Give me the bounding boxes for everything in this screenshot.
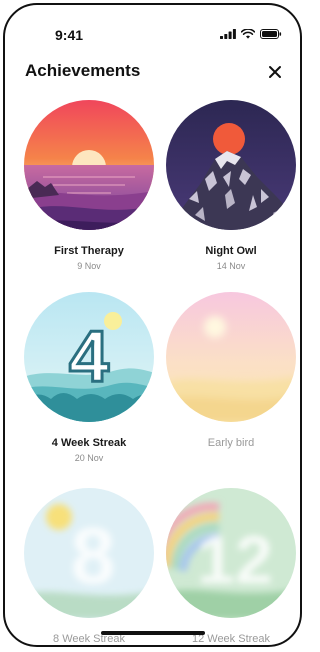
streak-8-badge-icon: 8 [24, 488, 154, 618]
achievement-date: 9 Nov [77, 261, 101, 271]
achievement-8-week-streak[interactable]: 8 8 Week Streak [23, 487, 155, 645]
badge-number: 4 [69, 317, 109, 397]
battery-icon [260, 29, 282, 39]
page-title: Achievements [25, 61, 141, 80]
achievement-date: 14 Nov [216, 261, 246, 271]
achievement-night-owl[interactable]: Night Owl 14 Nov [165, 99, 297, 271]
mountain-badge-icon [166, 100, 296, 230]
achievement-12-week-streak[interactable]: 12 12 Week Streak [165, 487, 297, 645]
achievement-early-bird[interactable]: Early bird [165, 291, 297, 449]
home-indicator[interactable] [100, 631, 205, 635]
sunset-badge-icon [24, 100, 154, 230]
achievement-date: 20 Nov [74, 453, 104, 463]
phone-frame: 9:41 Achievements First Therapy 9 Nov Ni… [3, 3, 302, 647]
streak-12-badge-icon: 12 [166, 488, 296, 618]
achievement-name: First Therapy [54, 245, 124, 257]
achievement-name: Early bird [207, 437, 255, 449]
close-button[interactable] [264, 61, 286, 83]
status-bar: 9:41 [5, 5, 300, 49]
achievement-name: Night Owl [205, 245, 257, 257]
badge-number: 12 [197, 522, 273, 598]
streak-4-badge-icon: 4 [24, 292, 154, 422]
early-bird-badge-icon [166, 292, 296, 422]
achievement-name: 4 Week Streak [51, 437, 127, 449]
signal-icon [220, 29, 236, 39]
badge-number: 8 [71, 511, 116, 600]
achievement-first-therapy[interactable]: First Therapy 9 Nov [23, 99, 155, 271]
wifi-icon [241, 29, 255, 39]
status-time: 9:41 [55, 27, 84, 43]
status-icons [220, 29, 282, 39]
close-icon [269, 66, 281, 78]
header: Achievements [5, 57, 300, 87]
achievement-4-week-streak[interactable]: 4 4 Week Streak 20 Nov [23, 291, 155, 463]
